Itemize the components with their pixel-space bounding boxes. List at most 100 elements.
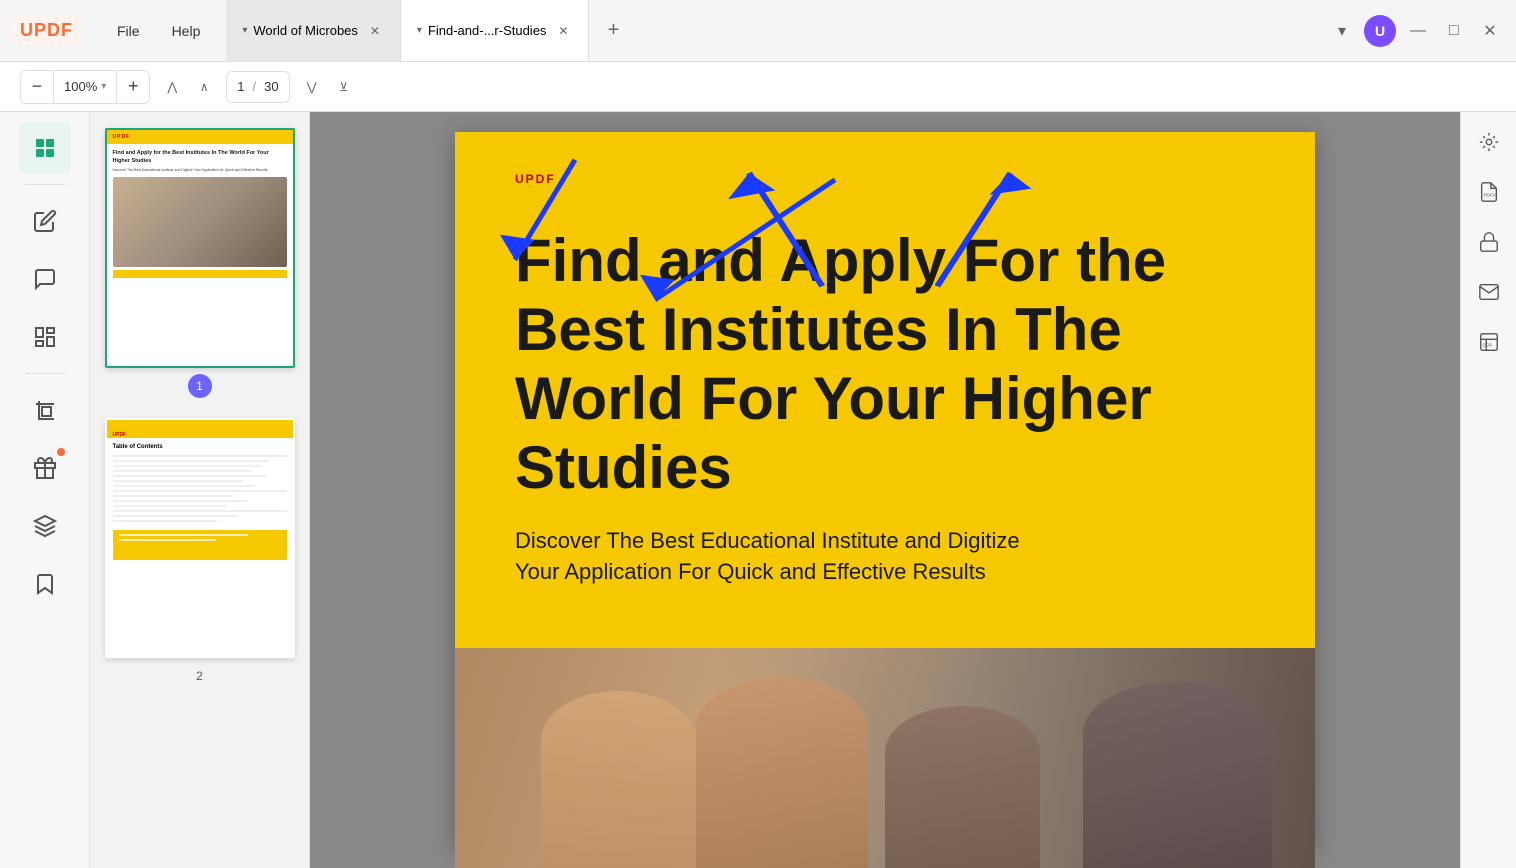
protect-button[interactable] xyxy=(1469,222,1509,262)
toc-line-11 xyxy=(113,505,226,507)
toc-line-4 xyxy=(113,470,252,472)
thumb2-body: Table of Contents xyxy=(107,438,293,566)
menu-help[interactable]: Help xyxy=(156,17,217,45)
tab1-label: World of Microbes xyxy=(253,23,358,38)
toolbar: − 100% ▾ + ⋀ ∧ 1 / 30 ⋁ ⊻ xyxy=(0,62,1516,112)
minimize-button[interactable]: — xyxy=(1404,17,1432,45)
page-navigation: ⋀ ∧ xyxy=(158,73,218,101)
main-content: UPDF Find and Apply for the Best Institu… xyxy=(0,112,1516,868)
ai-button[interactable] xyxy=(1469,122,1509,162)
toc-line-12 xyxy=(113,510,287,512)
zoom-level-display[interactable]: 100% ▾ xyxy=(53,71,117,103)
nav-prev-button[interactable]: ∧ xyxy=(190,73,218,101)
svg-text:OCR: OCR xyxy=(1482,343,1491,348)
toc-line-7 xyxy=(113,485,256,487)
nav-last-button[interactable]: ⊻ xyxy=(330,73,358,101)
sidebar-edit-icon[interactable] xyxy=(19,195,71,247)
pdf-convert-button[interactable]: PDF/A xyxy=(1469,172,1509,212)
page-separator: / xyxy=(253,79,257,94)
thumbnail-panel[interactable]: UPDF Find and Apply for the Best Institu… xyxy=(90,112,310,868)
tab1-close-icon[interactable]: ✕ xyxy=(366,22,384,40)
sidebar-crop-icon[interactable] xyxy=(19,384,71,436)
tab-find-studies[interactable]: ▾ Find-and-...r-Studies ✕ xyxy=(401,0,590,61)
tab-world-of-microbes[interactable]: ▾ World of Microbes ✕ xyxy=(226,0,401,61)
zoom-out-button[interactable]: − xyxy=(21,71,53,103)
close-button[interactable]: ✕ xyxy=(1476,17,1504,45)
tabs-area: ▾ World of Microbes ✕ ▾ Find-and-...r-St… xyxy=(226,0,1328,61)
doc-subtitle: Discover The Best Educational Institute … xyxy=(515,526,1255,588)
doc-logo: UPDF xyxy=(515,172,556,186)
zoom-percent: 100% xyxy=(64,79,97,94)
thumb-img-1: UPDF Find and Apply for the Best Institu… xyxy=(105,128,295,368)
footer-line-2 xyxy=(119,539,216,541)
title-bar-controls: ▾ U — □ ✕ xyxy=(1328,15,1516,47)
nav-next-button[interactable]: ⋁ xyxy=(298,73,326,101)
tab1-arrow-icon: ▾ xyxy=(242,25,247,36)
toc-line-1 xyxy=(113,455,287,457)
toc-line-6 xyxy=(113,480,244,482)
toc-line-10 xyxy=(113,500,249,502)
current-page: 1 xyxy=(237,79,244,94)
sidebar-organize-icon[interactable] xyxy=(19,311,71,363)
page-navigation-next: ⋁ ⊻ xyxy=(298,73,358,101)
thumb1-stripe xyxy=(113,270,287,278)
doc-photo-section xyxy=(455,648,1315,868)
tab2-arrow-icon: ▾ xyxy=(417,25,422,36)
thumb-img-2: UPDF Table of Contents xyxy=(105,418,295,658)
add-tab-button[interactable]: + xyxy=(597,15,629,47)
toc-line-13 xyxy=(113,515,238,517)
doc-main-title: Find and Apply For the Best Institutes I… xyxy=(515,226,1255,502)
dropdown-icon[interactable]: ▾ xyxy=(1328,17,1356,45)
sidebar-divider-1 xyxy=(25,184,65,185)
ocr-button[interactable]: OCR xyxy=(1469,322,1509,362)
zoom-dropdown-icon: ▾ xyxy=(101,81,106,92)
thumb1-sub: Discover The Best Educational Institute … xyxy=(113,168,287,172)
page-input-field[interactable]: 1 / 30 xyxy=(226,71,289,103)
nav-first-button[interactable]: ⋀ xyxy=(158,73,186,101)
page-num-1: 1 xyxy=(188,374,212,398)
toc-line-8 xyxy=(113,490,287,492)
sidebar-divider-2 xyxy=(25,373,65,374)
person-4 xyxy=(1083,682,1272,868)
page-num-2: 2 xyxy=(188,664,212,688)
thumb2-header: UPDF xyxy=(107,420,293,438)
toc-line-14 xyxy=(113,520,217,522)
thumb1-photo xyxy=(113,177,287,267)
doc-photo-bg xyxy=(455,648,1315,868)
toc-footer xyxy=(113,530,287,560)
person-1 xyxy=(541,691,696,868)
right-sidebar: PDF/A OCR xyxy=(1460,112,1516,868)
doc-yellow-section: UPDF Find and Apply For the Best Institu… xyxy=(455,132,1315,648)
document-page: UPDF Find and Apply For the Best Institu… xyxy=(455,132,1315,848)
tab2-label: Find-and-...r-Studies xyxy=(428,23,547,38)
thumbnail-page-2[interactable]: UPDF Table of Contents xyxy=(100,418,299,688)
user-avatar[interactable]: U xyxy=(1364,15,1396,47)
person-2 xyxy=(696,677,868,868)
thumbnail-page-1[interactable]: UPDF Find and Apply for the Best Institu… xyxy=(100,128,299,398)
person-3 xyxy=(885,706,1040,868)
thumb2-title: Table of Contents xyxy=(113,444,287,450)
sidebar-comment-icon[interactable] xyxy=(19,253,71,305)
svg-text:PDF/A: PDF/A xyxy=(1483,193,1497,198)
thumb1-title: Find and Apply for the Best Institutes I… xyxy=(113,150,287,165)
total-pages: 30 xyxy=(264,79,278,94)
thumb1-logo: UPDF xyxy=(113,134,131,140)
sidebar-gift-icon[interactable] xyxy=(19,442,71,494)
toc-line-3 xyxy=(113,465,261,467)
menu-file[interactable]: File xyxy=(101,17,156,45)
tab2-close-icon[interactable]: ✕ xyxy=(554,22,572,40)
sidebar-bookmark-icon[interactable] xyxy=(19,558,71,610)
doc-logo-bar: UPDF xyxy=(515,172,1255,186)
toc-line-9 xyxy=(113,495,235,497)
title-bar: UPDF File Help ▾ World of Microbes ✕ ▾ F… xyxy=(0,0,1516,62)
share-button[interactable] xyxy=(1469,272,1509,312)
toc-line-5 xyxy=(113,475,266,477)
zoom-control: − 100% ▾ + xyxy=(20,70,150,104)
maximize-button[interactable]: □ xyxy=(1440,17,1468,45)
sidebar-layers-icon[interactable] xyxy=(19,500,71,552)
sidebar-thumbnail-icon[interactable] xyxy=(19,122,71,174)
gift-badge xyxy=(57,448,65,456)
document-view[interactable]: UPDF Find and Apply For the Best Institu… xyxy=(310,112,1460,868)
zoom-in-button[interactable]: + xyxy=(117,71,149,103)
thumb2-logo: UPDF xyxy=(113,432,127,438)
